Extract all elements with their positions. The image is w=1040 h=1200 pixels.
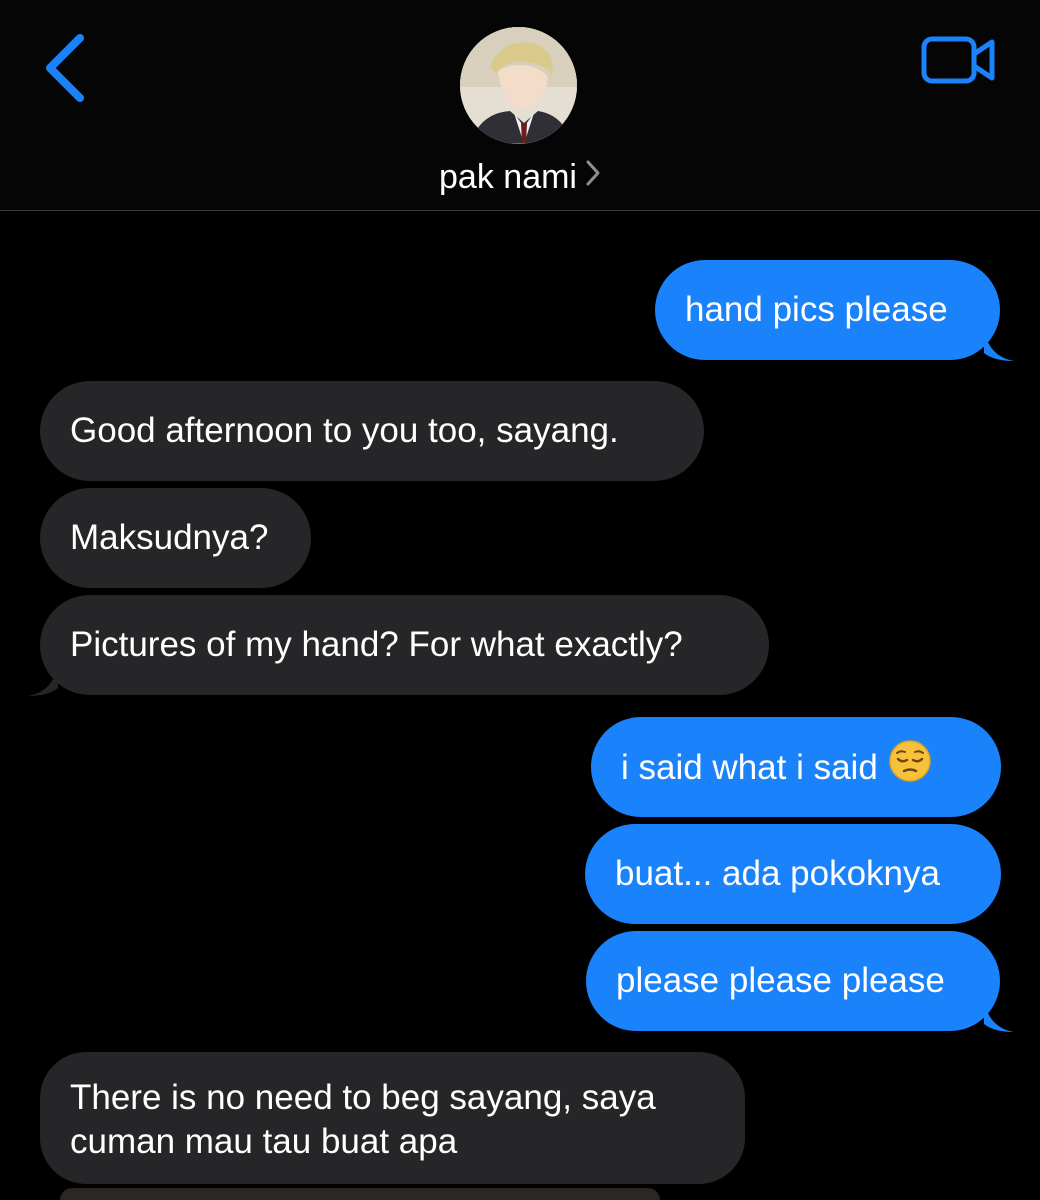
bubble-tail (984, 1002, 1014, 1032)
message-text: please please please (616, 961, 945, 1000)
message-bubble-incoming[interactable]: Pictures of my hand? For what exactly? (40, 595, 769, 695)
avatar-portrait (460, 27, 577, 144)
bubble-tail (28, 666, 58, 696)
contact-name-button[interactable]: pak nami (0, 158, 1040, 197)
message-text-line: There is no need to beg sayang, saya (70, 1078, 656, 1117)
message-text: hand pics please (685, 290, 948, 329)
message-bubble-incoming[interactable]: Maksudnya? (40, 488, 311, 588)
message-bubble-outgoing[interactable]: i said what i said (591, 717, 1001, 817)
chevron-left-icon (46, 34, 84, 102)
video-call-button[interactable] (920, 34, 998, 86)
back-button[interactable] (38, 32, 94, 104)
message-text-line: cuman mau tau buat apa (70, 1122, 458, 1161)
conversation-header: pak nami (0, 0, 1040, 211)
message-text: Maksudnya? (70, 518, 269, 557)
contact-name: pak nami (439, 158, 577, 196)
message-text: Good afternoon to you too, sayang. (70, 411, 619, 450)
bubble-tail (984, 331, 1014, 361)
chevron-right-icon (585, 157, 601, 196)
message-text: i said what i said (621, 747, 878, 787)
pensive-face-emoji (888, 739, 932, 794)
message-bubble-outgoing[interactable]: please please please (586, 931, 1000, 1031)
message-bubble-outgoing[interactable]: hand pics please (655, 260, 1000, 360)
video-camera-icon (921, 36, 995, 84)
message-bubble-incoming[interactable]: Good afternoon to you too, sayang. (40, 381, 704, 481)
message-text: Pictures of my hand? For what exactly? (70, 625, 683, 664)
message-bubble-incoming[interactable]: There is no need to beg sayang, saya cum… (40, 1052, 745, 1184)
message-text: buat... ada pokoknya (615, 854, 940, 893)
message-bubble-outgoing[interactable]: buat... ada pokoknya (585, 824, 1001, 924)
next-message-preview (60, 1188, 660, 1200)
contact-avatar[interactable] (460, 27, 577, 144)
